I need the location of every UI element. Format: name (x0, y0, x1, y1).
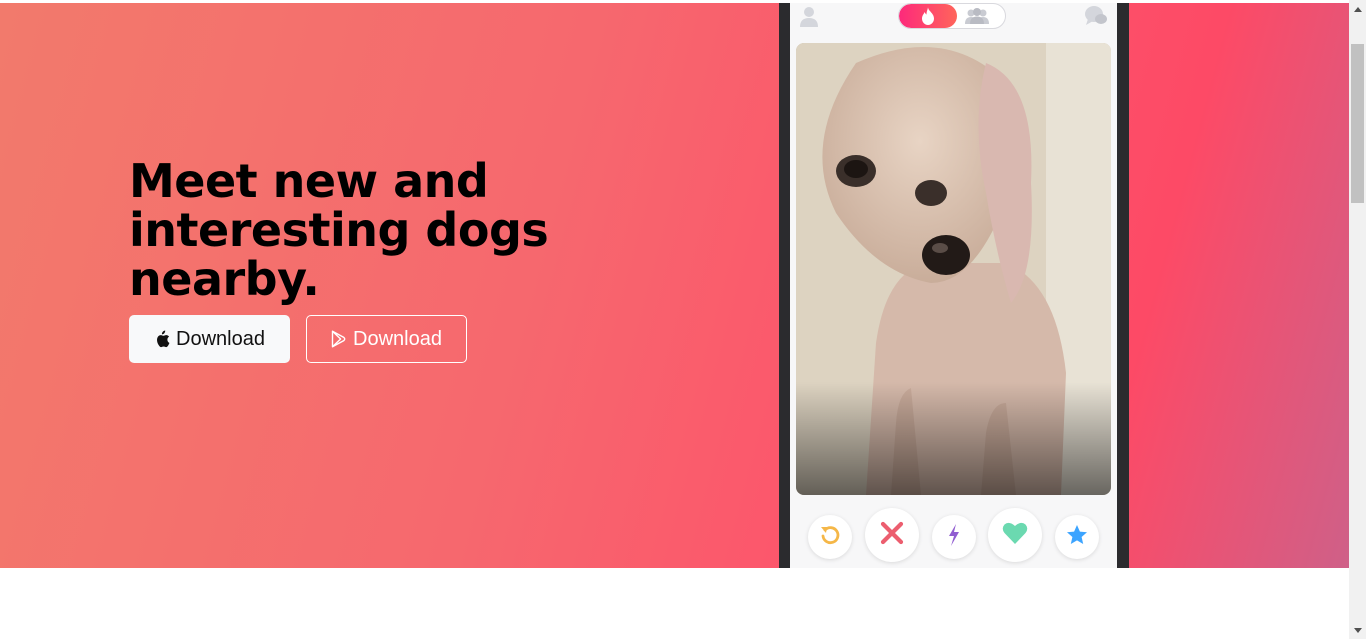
nope-icon (880, 521, 904, 549)
super-like-button[interactable] (1055, 515, 1099, 559)
boost-icon (947, 524, 961, 550)
scroll-down-arrow-icon[interactable] (1349, 623, 1366, 637)
user-icon (798, 5, 820, 27)
google-play-download-button[interactable]: Download (306, 315, 467, 363)
page-scrollbar[interactable] (1349, 0, 1366, 639)
action-bar (790, 508, 1117, 568)
like-icon (1002, 521, 1028, 549)
scrollbar-thumb[interactable] (1351, 44, 1364, 203)
hero-section: Meet new and interesting dogs nearby. Do… (0, 3, 1349, 568)
google-play-icon (331, 330, 347, 348)
undo-button[interactable] (808, 515, 852, 559)
dog-photo (796, 43, 1111, 495)
phone-mockup (779, 3, 1129, 568)
phone-screen (790, 3, 1117, 568)
google-play-download-label: Download (353, 327, 442, 350)
chat-icon (1084, 5, 1108, 27)
app-top-bar (790, 3, 1117, 41)
app-store-download-label: Download (176, 327, 265, 350)
apple-icon (154, 330, 170, 348)
app-store-download-button[interactable]: Download (129, 315, 290, 363)
boost-button[interactable] (932, 515, 976, 559)
hero-headline: Meet new and interesting dogs nearby. (129, 154, 549, 306)
mode-toggle (898, 3, 1006, 29)
like-button[interactable] (988, 508, 1042, 562)
super-like-icon (1066, 524, 1088, 550)
undo-icon (819, 524, 841, 550)
flame-icon (899, 4, 957, 28)
group-icon (963, 7, 991, 25)
scroll-up-arrow-icon[interactable] (1349, 2, 1366, 16)
nope-button[interactable] (865, 508, 919, 562)
